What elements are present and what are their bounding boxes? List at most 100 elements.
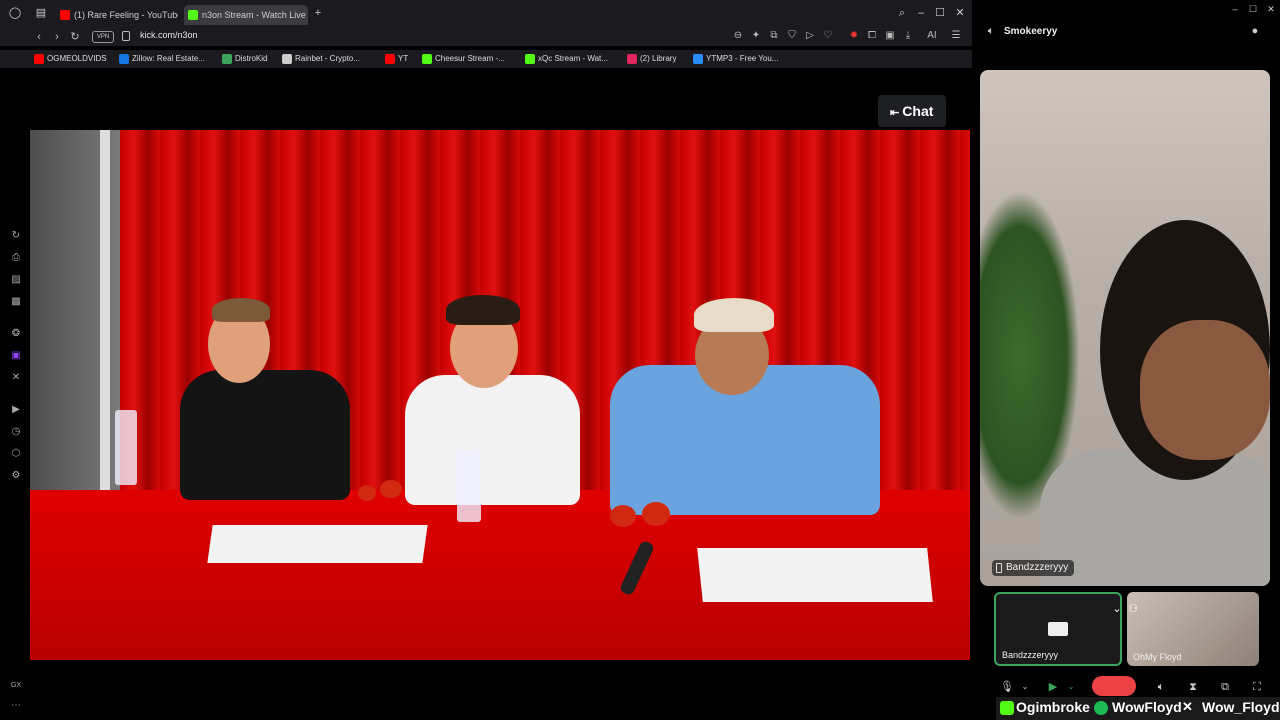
bookmark-item[interactable]: Rainbet - Crypto... bbox=[282, 54, 360, 64]
bookmark-label: xQc Stream - Wat... bbox=[538, 54, 608, 63]
activity-icon[interactable]: ⧗ bbox=[1186, 680, 1200, 694]
extensions-icon[interactable]: ⬡ bbox=[10, 448, 22, 460]
search-icon[interactable]: ⌕ bbox=[895, 6, 909, 20]
menu-icon[interactable]: ☰ bbox=[950, 30, 962, 42]
camera-icon[interactable]: ▶ bbox=[1046, 680, 1060, 694]
bookmark-item[interactable]: xQc Stream - Wat... bbox=[525, 54, 608, 64]
thumbnail-bandzzzeryyy[interactable]: Bandzzzeryyy bbox=[994, 592, 1122, 666]
chat-button[interactable]: ⇤ Chat bbox=[878, 95, 946, 127]
chat-bubble-icon[interactable]: ● bbox=[1248, 24, 1262, 38]
fullscreen-icon[interactable]: ⛶ bbox=[1250, 680, 1264, 694]
settings-icon[interactable]: ⚙ bbox=[10, 470, 22, 482]
forward-icon[interactable]: › bbox=[50, 30, 64, 44]
x-handle: Wow_Floyd1 bbox=[1202, 699, 1280, 715]
profile-icon[interactable]: ▣ bbox=[884, 30, 896, 42]
thumb-label: OhMy Floyd bbox=[1133, 652, 1182, 662]
maximize-icon[interactable]: ☐ bbox=[1246, 2, 1260, 16]
url-field[interactable]: kick.com/n3on bbox=[140, 30, 198, 40]
bookmark-item[interactable]: (2) Library bbox=[627, 54, 676, 64]
mic-chevron-icon[interactable]: ⌄ bbox=[1018, 680, 1032, 694]
x-icon[interactable]: ✕ bbox=[10, 372, 22, 384]
camera-chevron-icon[interactable]: ⌄ bbox=[1064, 680, 1078, 694]
tomato bbox=[642, 502, 670, 526]
tab-bar: ◯ ▤ (1) Rare Feeling - YouTube n3on Stre… bbox=[0, 0, 972, 28]
person-left bbox=[180, 370, 350, 500]
extension-icon[interactable]: ✹ bbox=[848, 30, 860, 42]
close-icon[interactable]: ✕ bbox=[953, 6, 967, 20]
browser-window: ◯ ▤ (1) Rare Feeling - YouTube n3on Stre… bbox=[0, 0, 972, 720]
vpn-badge[interactable]: VPN bbox=[92, 31, 114, 43]
rainbet-icon bbox=[282, 54, 292, 64]
m-icon[interactable]: ▩ bbox=[10, 296, 22, 308]
tab-youtube[interactable]: (1) Rare Feeling - YouTube bbox=[56, 5, 178, 25]
spotify-icon bbox=[1094, 701, 1108, 715]
bookmark-label: YTMP3 - Free You... bbox=[706, 54, 779, 63]
kick-icon bbox=[1000, 701, 1014, 715]
person-middle-hair bbox=[446, 295, 520, 325]
chatgpt-icon[interactable]: ❂ bbox=[10, 328, 22, 340]
ai-button[interactable]: AI bbox=[922, 30, 942, 42]
heart-icon[interactable]: ♡ bbox=[822, 30, 834, 42]
spotify-handle: WowFloyd bbox=[1112, 699, 1182, 715]
zoom-icon[interactable]: ⊖ bbox=[732, 30, 744, 42]
speaker-icon[interactable]: 🔈︎ bbox=[984, 24, 998, 38]
minimize-icon[interactable]: – bbox=[914, 6, 928, 20]
thumb-label: Bandzzzeryyy bbox=[1002, 650, 1059, 660]
browser-sidebar: ↻ ⎙ ▨ ▩ ❂ ▣ ✕ ▶ ◷ ⬡ ⚙ GX ⋯ bbox=[0, 68, 30, 720]
popout-icon[interactable]: ⧉ bbox=[1218, 680, 1232, 694]
shield-icon[interactable]: ⛉ bbox=[786, 30, 798, 42]
collapse-chevron-icon[interactable]: ⌄ bbox=[1110, 602, 1124, 616]
tomato bbox=[610, 505, 636, 527]
back-icon[interactable]: ‹ bbox=[32, 30, 46, 44]
bookmark-label: YT bbox=[398, 54, 409, 63]
play-icon[interactable]: ▷ bbox=[804, 30, 816, 42]
bookmark-item[interactable]: Zillow: Real Estate... bbox=[119, 54, 205, 64]
kick-icon bbox=[422, 54, 432, 64]
puzzle-icon[interactable]: ⧠ bbox=[866, 30, 878, 42]
maximize-icon[interactable]: ☐ bbox=[933, 6, 947, 20]
pin-icon[interactable]: ✦ bbox=[750, 30, 762, 42]
reload-icon[interactable]: ↻ bbox=[68, 30, 82, 44]
tickets-icon[interactable]: ▨ bbox=[10, 274, 22, 286]
thumbnail-ohmyfloyd[interactable]: OhMy Floyd bbox=[1127, 592, 1259, 666]
new-tab-icon[interactable]: + bbox=[311, 6, 325, 20]
player-icon[interactable]: ▶ bbox=[10, 404, 22, 416]
kick-icon bbox=[525, 54, 535, 64]
tab-kick[interactable]: n3on Stream - Watch Live bbox=[184, 5, 308, 25]
add-people-icon[interactable]: ⚇ bbox=[1126, 602, 1140, 616]
lock-icon[interactable] bbox=[122, 31, 130, 41]
distrokid-icon bbox=[222, 54, 232, 64]
screen: ◯ ▤ (1) Rare Feeling - YouTube n3on Stre… bbox=[0, 0, 1280, 720]
bag-icon[interactable]: ⎙ bbox=[10, 252, 22, 264]
main-camera-feed[interactable]: Bandzzzeryyy bbox=[980, 70, 1270, 586]
x-icon: ✕ bbox=[1182, 699, 1193, 714]
bookmark-label: OGMEOLDVIDS bbox=[47, 54, 107, 63]
tab-label: n3on Stream - Watch Live bbox=[202, 10, 306, 20]
microphone-icon[interactable]: 🎙︎ bbox=[1000, 680, 1014, 694]
bookmark-item[interactable]: YT bbox=[385, 54, 409, 64]
twitch-icon[interactable]: ▣ bbox=[10, 350, 22, 362]
bookmark-item[interactable]: DistroKid bbox=[222, 54, 267, 64]
stream-video[interactable] bbox=[30, 130, 970, 660]
close-icon[interactable]: ✕ bbox=[1264, 2, 1278, 16]
tab-menu-icon[interactable]: ▤ bbox=[34, 6, 48, 20]
bookmark-item[interactable]: OGMEOLDVIDS bbox=[34, 54, 107, 64]
snapshot-icon[interactable]: ⧉ bbox=[768, 30, 780, 42]
bookmark-item[interactable]: YTMP3 - Free You... bbox=[693, 54, 779, 64]
chat-label: Chat bbox=[902, 103, 934, 119]
volume-icon[interactable]: 🔈︎ bbox=[1154, 680, 1168, 694]
disconnect-button[interactable] bbox=[1092, 676, 1136, 696]
more-icon[interactable]: ⋯ bbox=[10, 700, 22, 712]
phone-icon bbox=[996, 563, 1002, 573]
minimize-icon[interactable]: – bbox=[1228, 2, 1242, 16]
paper bbox=[697, 548, 933, 602]
chat-icon: ⇤ bbox=[890, 107, 903, 119]
download-icon[interactable]: ⤓ bbox=[902, 30, 914, 42]
history-icon[interactable]: ◷ bbox=[10, 426, 22, 438]
bookmark-item[interactable]: Cheesur Stream -... bbox=[422, 54, 505, 64]
tomato bbox=[380, 480, 402, 498]
youtube-icon bbox=[385, 54, 395, 64]
refresh-sidebar-icon[interactable]: ↻ bbox=[10, 230, 22, 242]
tab-label: (1) Rare Feeling - YouTube bbox=[74, 10, 178, 20]
opera-logo-icon[interactable]: ◯ bbox=[8, 6, 22, 20]
